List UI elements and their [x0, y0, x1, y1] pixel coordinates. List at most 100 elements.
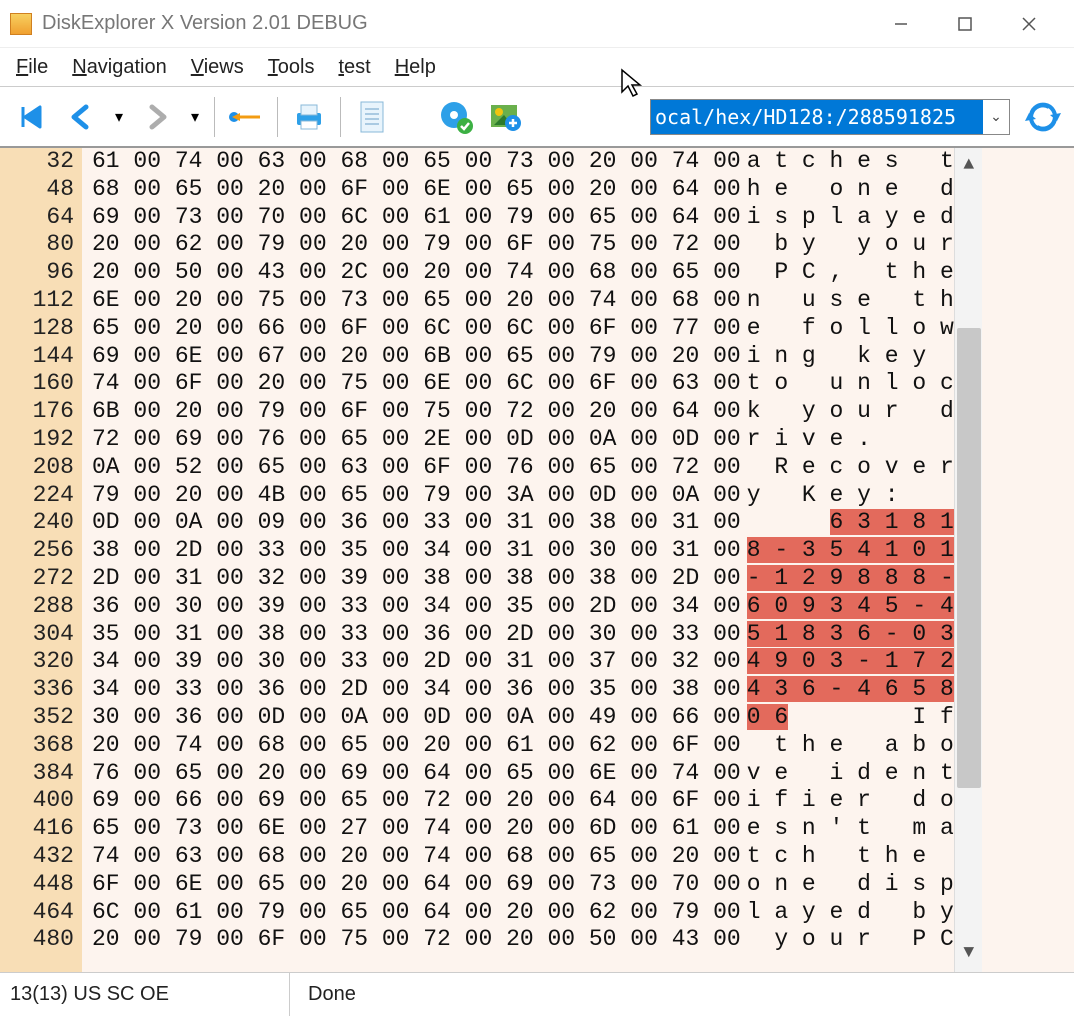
nav-first-button[interactable]: [8, 94, 54, 140]
hex-row[interactable]: 0D 00 0A 00 09 00 36 00 33 00 31 00 38 0…: [92, 509, 741, 537]
window-title: DiskExplorer X Version 2.01 DEBUG: [42, 12, 884, 35]
offset-cell: 384: [0, 760, 74, 788]
scroll-down-icon[interactable]: ▼: [955, 940, 983, 968]
goto-button[interactable]: [223, 94, 269, 140]
hex-row[interactable]: 20 00 50 00 43 00 2C 00 20 00 74 00 68 0…: [92, 259, 741, 287]
path-dropdown-icon[interactable]: ⌄: [983, 108, 1009, 125]
hex-row[interactable]: 38 00 2D 00 33 00 35 00 34 00 31 00 30 0…: [92, 537, 741, 565]
ascii-row[interactable]: i s p l a y e d: [747, 204, 954, 232]
ascii-row[interactable]: R e c o v e r: [747, 454, 954, 482]
ascii-row[interactable]: t c h t h e: [747, 843, 954, 871]
ascii-row[interactable]: e s n ' t m a: [747, 815, 954, 843]
hex-row[interactable]: 69 00 6E 00 67 00 20 00 6B 00 65 00 79 0…: [92, 343, 741, 371]
ascii-row[interactable]: h e o n e d: [747, 176, 954, 204]
ascii-row[interactable]: e f o l l o w: [747, 315, 954, 343]
ascii-row[interactable]: b y y o u r: [747, 231, 954, 259]
path-input[interactable]: ocal/hex/HD128:/288591825: [651, 100, 983, 134]
hex-row[interactable]: 35 00 31 00 38 00 33 00 36 00 2D 00 30 0…: [92, 621, 741, 649]
offset-cell: 80: [0, 231, 74, 259]
offset-cell: 352: [0, 704, 74, 732]
offset-cell: 400: [0, 787, 74, 815]
offset-cell: 112: [0, 287, 74, 315]
hex-row[interactable]: 69 00 73 00 70 00 6C 00 61 00 79 00 65 0…: [92, 204, 741, 232]
hex-row[interactable]: 65 00 20 00 66 00 6F 00 6C 00 6C 00 6F 0…: [92, 315, 741, 343]
menu-test[interactable]: test: [338, 56, 370, 79]
offset-cell: 320: [0, 648, 74, 676]
ascii-row[interactable]: 8 - 3 5 4 1 0 1: [747, 537, 954, 565]
hex-row[interactable]: 74 00 6F 00 20 00 75 00 6E 00 6C 00 6F 0…: [92, 370, 741, 398]
ascii-row[interactable]: k y o u r d: [747, 398, 954, 426]
ascii-row[interactable]: 6 0 9 3 4 5 - 4: [747, 593, 954, 621]
offset-cell: 48: [0, 176, 74, 204]
ascii-row[interactable]: i f i e r d o: [747, 787, 954, 815]
path-combo[interactable]: ocal/hex/HD128:/288591825 ⌄: [650, 99, 1010, 135]
ascii-row[interactable]: o n e d i s p: [747, 871, 954, 899]
ascii-row[interactable]: y K e y :: [747, 482, 954, 510]
hex-row[interactable]: 36 00 30 00 39 00 33 00 34 00 35 00 2D 0…: [92, 593, 741, 621]
hex-row[interactable]: 61 00 74 00 63 00 68 00 65 00 73 00 20 0…: [92, 148, 741, 176]
hex-row[interactable]: 20 00 74 00 68 00 65 00 20 00 61 00 62 0…: [92, 732, 741, 760]
ascii-row[interactable]: t h e a b o: [747, 732, 954, 760]
ascii-row[interactable]: - 1 2 9 8 8 8 -: [747, 565, 954, 593]
ascii-row[interactable]: P C , t h e: [747, 259, 954, 287]
ascii-row[interactable]: 4 9 0 3 - 1 7 2: [747, 648, 954, 676]
nav-forward-dropdown[interactable]: ▾: [184, 94, 206, 140]
minimize-button[interactable]: [884, 7, 918, 41]
offset-cell: 32: [0, 148, 74, 176]
hex-row[interactable]: 69 00 66 00 69 00 65 00 72 00 20 00 64 0…: [92, 787, 741, 815]
menu-views[interactable]: Views: [191, 56, 244, 79]
hex-row[interactable]: 6B 00 20 00 79 00 6F 00 75 00 72 00 20 0…: [92, 398, 741, 426]
hex-row[interactable]: 34 00 39 00 30 00 33 00 2D 00 31 00 37 0…: [92, 648, 741, 676]
hex-row[interactable]: 74 00 63 00 68 00 20 00 74 00 68 00 65 0…: [92, 843, 741, 871]
hex-row[interactable]: 79 00 20 00 4B 00 65 00 79 00 3A 00 0D 0…: [92, 482, 741, 510]
disk-check-button[interactable]: [433, 94, 479, 140]
hex-row[interactable]: 65 00 73 00 6E 00 27 00 74 00 20 00 6D 0…: [92, 815, 741, 843]
menu-tools[interactable]: Tools: [268, 56, 315, 79]
ascii-row[interactable]: y o u r P C: [747, 926, 954, 954]
hex-row[interactable]: 20 00 62 00 79 00 20 00 79 00 6F 00 75 0…: [92, 231, 741, 259]
image-add-button[interactable]: [483, 94, 529, 140]
close-button[interactable]: [1012, 7, 1046, 41]
ascii-row[interactable]: t o u n l o c: [747, 370, 954, 398]
ascii-row[interactable]: a t c h e s t: [747, 148, 954, 176]
ascii-row[interactable]: 6 3 1 8 1: [747, 509, 954, 537]
print-button[interactable]: [286, 94, 332, 140]
hex-row[interactable]: 76 00 65 00 20 00 69 00 64 00 65 00 6E 0…: [92, 760, 741, 788]
vertical-scrollbar[interactable]: ▲ ▼: [954, 148, 982, 972]
offset-cell: 368: [0, 732, 74, 760]
nav-back-dropdown[interactable]: ▾: [108, 94, 130, 140]
menu-help[interactable]: Help: [395, 56, 436, 79]
ascii-row[interactable]: 4 3 6 - 4 6 5 8: [747, 676, 954, 704]
nav-forward-button[interactable]: [134, 94, 180, 140]
hex-row[interactable]: 72 00 69 00 76 00 65 00 2E 00 0D 00 0A 0…: [92, 426, 741, 454]
offset-cell: 240: [0, 509, 74, 537]
scroll-up-icon[interactable]: ▲: [955, 152, 983, 180]
ascii-panel[interactable]: a t c h e s th e o n e di s p l a y e d …: [741, 148, 954, 972]
ascii-row[interactable]: 5 1 8 3 6 - 0 3: [747, 621, 954, 649]
ascii-row[interactable]: i n g k e y: [747, 343, 954, 371]
ascii-row[interactable]: r i v e .: [747, 426, 954, 454]
maximize-button[interactable]: [948, 7, 982, 41]
ascii-row[interactable]: 0 6 I f: [747, 704, 954, 732]
hex-row[interactable]: 30 00 36 00 0D 00 0A 00 0D 00 0A 00 49 0…: [92, 704, 741, 732]
hex-row[interactable]: 6E 00 20 00 75 00 73 00 65 00 20 00 74 0…: [92, 287, 741, 315]
ascii-row[interactable]: n u s e t h: [747, 287, 954, 315]
menu-file[interactable]: File: [16, 56, 48, 79]
document-button[interactable]: [349, 94, 395, 140]
menu-navigation[interactable]: Navigation: [72, 56, 167, 79]
hex-row[interactable]: 68 00 65 00 20 00 6F 00 6E 00 65 00 20 0…: [92, 176, 741, 204]
statusbar: 13(13) US SC OE Done: [0, 972, 1074, 1016]
ascii-row[interactable]: v e i d e n t: [747, 760, 954, 788]
hex-row[interactable]: 2D 00 31 00 32 00 39 00 38 00 38 00 38 0…: [92, 565, 741, 593]
hex-row[interactable]: 6F 00 6E 00 65 00 20 00 64 00 69 00 73 0…: [92, 871, 741, 899]
offset-gutter: 3248648096112128144160176192208224240256…: [0, 148, 82, 972]
hex-row[interactable]: 34 00 33 00 36 00 2D 00 34 00 36 00 35 0…: [92, 676, 741, 704]
hex-bytes-panel[interactable]: 61 00 74 00 63 00 68 00 65 00 73 00 20 0…: [82, 148, 741, 972]
nav-back-button[interactable]: [58, 94, 104, 140]
hex-row[interactable]: 20 00 79 00 6F 00 75 00 72 00 20 00 50 0…: [92, 926, 741, 954]
reload-button[interactable]: [1020, 94, 1066, 140]
hex-row[interactable]: 6C 00 61 00 79 00 65 00 64 00 20 00 62 0…: [92, 899, 741, 927]
hex-row[interactable]: 0A 00 52 00 65 00 63 00 6F 00 76 00 65 0…: [92, 454, 741, 482]
ascii-row[interactable]: l a y e d b y: [747, 899, 954, 927]
scroll-thumb[interactable]: [957, 328, 981, 788]
